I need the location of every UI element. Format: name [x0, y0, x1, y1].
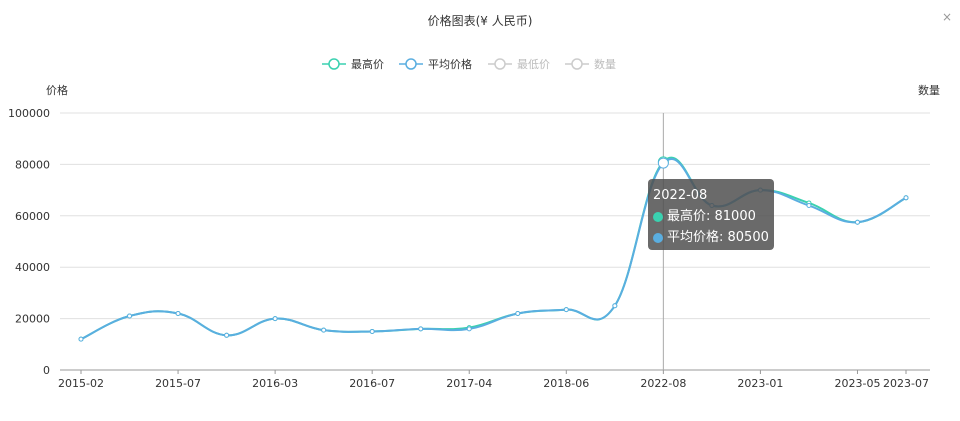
price-chart: 最高价 平均价格 最低价 数量 020000400006000080000100000…	[8, 57, 940, 390]
x-tick-label: 2017-04	[446, 377, 492, 390]
x-tick-label: 2016-03	[252, 377, 298, 390]
data-point[interactable]	[563, 307, 569, 313]
data-point[interactable]	[78, 336, 84, 342]
x-tick-label: 2015-02	[58, 377, 104, 390]
series-line	[80, 156, 907, 341]
y-tick-label: 100000	[8, 107, 50, 120]
y-axis-name: 价格	[46, 83, 68, 97]
data-point[interactable]	[418, 326, 424, 332]
series-line	[80, 158, 907, 341]
data-point[interactable]	[369, 328, 375, 334]
legend-marker	[328, 58, 340, 70]
data-point[interactable]	[806, 203, 812, 209]
x-tick-label: 2023-01	[737, 377, 783, 390]
legend-label: 平均价格	[428, 57, 472, 71]
data-point[interactable]	[321, 327, 327, 333]
data-point[interactable]	[272, 316, 278, 322]
data-point[interactable]	[854, 219, 860, 225]
x-axis: 2015-02 2015-07 2016-03 2016-07 2017-04 2018-…	[58, 370, 929, 390]
tooltip-high-dot	[653, 211, 663, 222]
tooltip-date: 2022-08	[653, 188, 708, 203]
legend-item-2[interactable]: 最低价	[488, 58, 550, 71]
legend-label: 最高价	[351, 57, 384, 71]
legend-marker	[405, 58, 417, 70]
y-tick-label: 20000	[15, 313, 50, 326]
y-tick-label: 0	[43, 364, 50, 377]
tooltip-row-high: 最高价: 81000	[653, 206, 769, 227]
y-axis: 0 20000 40000 60000 80000 100000	[8, 107, 50, 377]
legend-item-0[interactable]: 最高价	[322, 57, 384, 71]
series-0	[78, 156, 909, 342]
data-point[interactable]	[612, 303, 618, 309]
chart-legend: 最高价 平均价格 最低价 数量	[322, 57, 616, 71]
series-group	[78, 156, 909, 342]
grid-lines	[60, 112, 930, 371]
data-point[interactable]	[515, 310, 521, 316]
data-point[interactable]	[903, 195, 909, 201]
tooltip-avg-dot	[653, 232, 663, 243]
legend-item-3[interactable]: 数量	[565, 58, 616, 71]
series-1	[78, 157, 909, 342]
data-point[interactable]	[657, 157, 669, 169]
legend-label: 最低价	[517, 58, 550, 71]
y-tick-label: 80000	[15, 158, 50, 171]
x-tick-label: 2018-06	[543, 377, 589, 390]
tooltip-row-avg: 平均价格: 80500	[653, 227, 769, 248]
x-tick-label: 2023-05	[834, 377, 880, 390]
legend-label: 数量	[594, 58, 616, 71]
x-tick-label: 2015-07	[155, 377, 201, 390]
data-point[interactable]	[224, 332, 230, 338]
tooltip: 2022-08 最高价: 81000 平均价格: 80500	[648, 179, 774, 250]
y-tick-label: 40000	[15, 261, 50, 274]
tooltip-high-label: 最高价: 81000	[667, 209, 756, 224]
x-tick-label: 2022-08	[640, 377, 686, 390]
y-tick-label: 60000	[15, 210, 50, 223]
legend-marker	[571, 58, 583, 70]
tooltip-avg-label: 平均价格: 80500	[667, 230, 769, 245]
data-point[interactable]	[127, 313, 133, 319]
data-point[interactable]	[466, 326, 472, 332]
x-tick-label: 2016-07	[349, 377, 395, 390]
x-tick-label: 2023-07	[883, 377, 929, 390]
legend-marker	[494, 58, 506, 70]
y2-axis-name: 数量	[918, 84, 940, 97]
data-point[interactable]	[175, 310, 181, 316]
legend-item-1[interactable]: 平均价格	[399, 57, 472, 71]
